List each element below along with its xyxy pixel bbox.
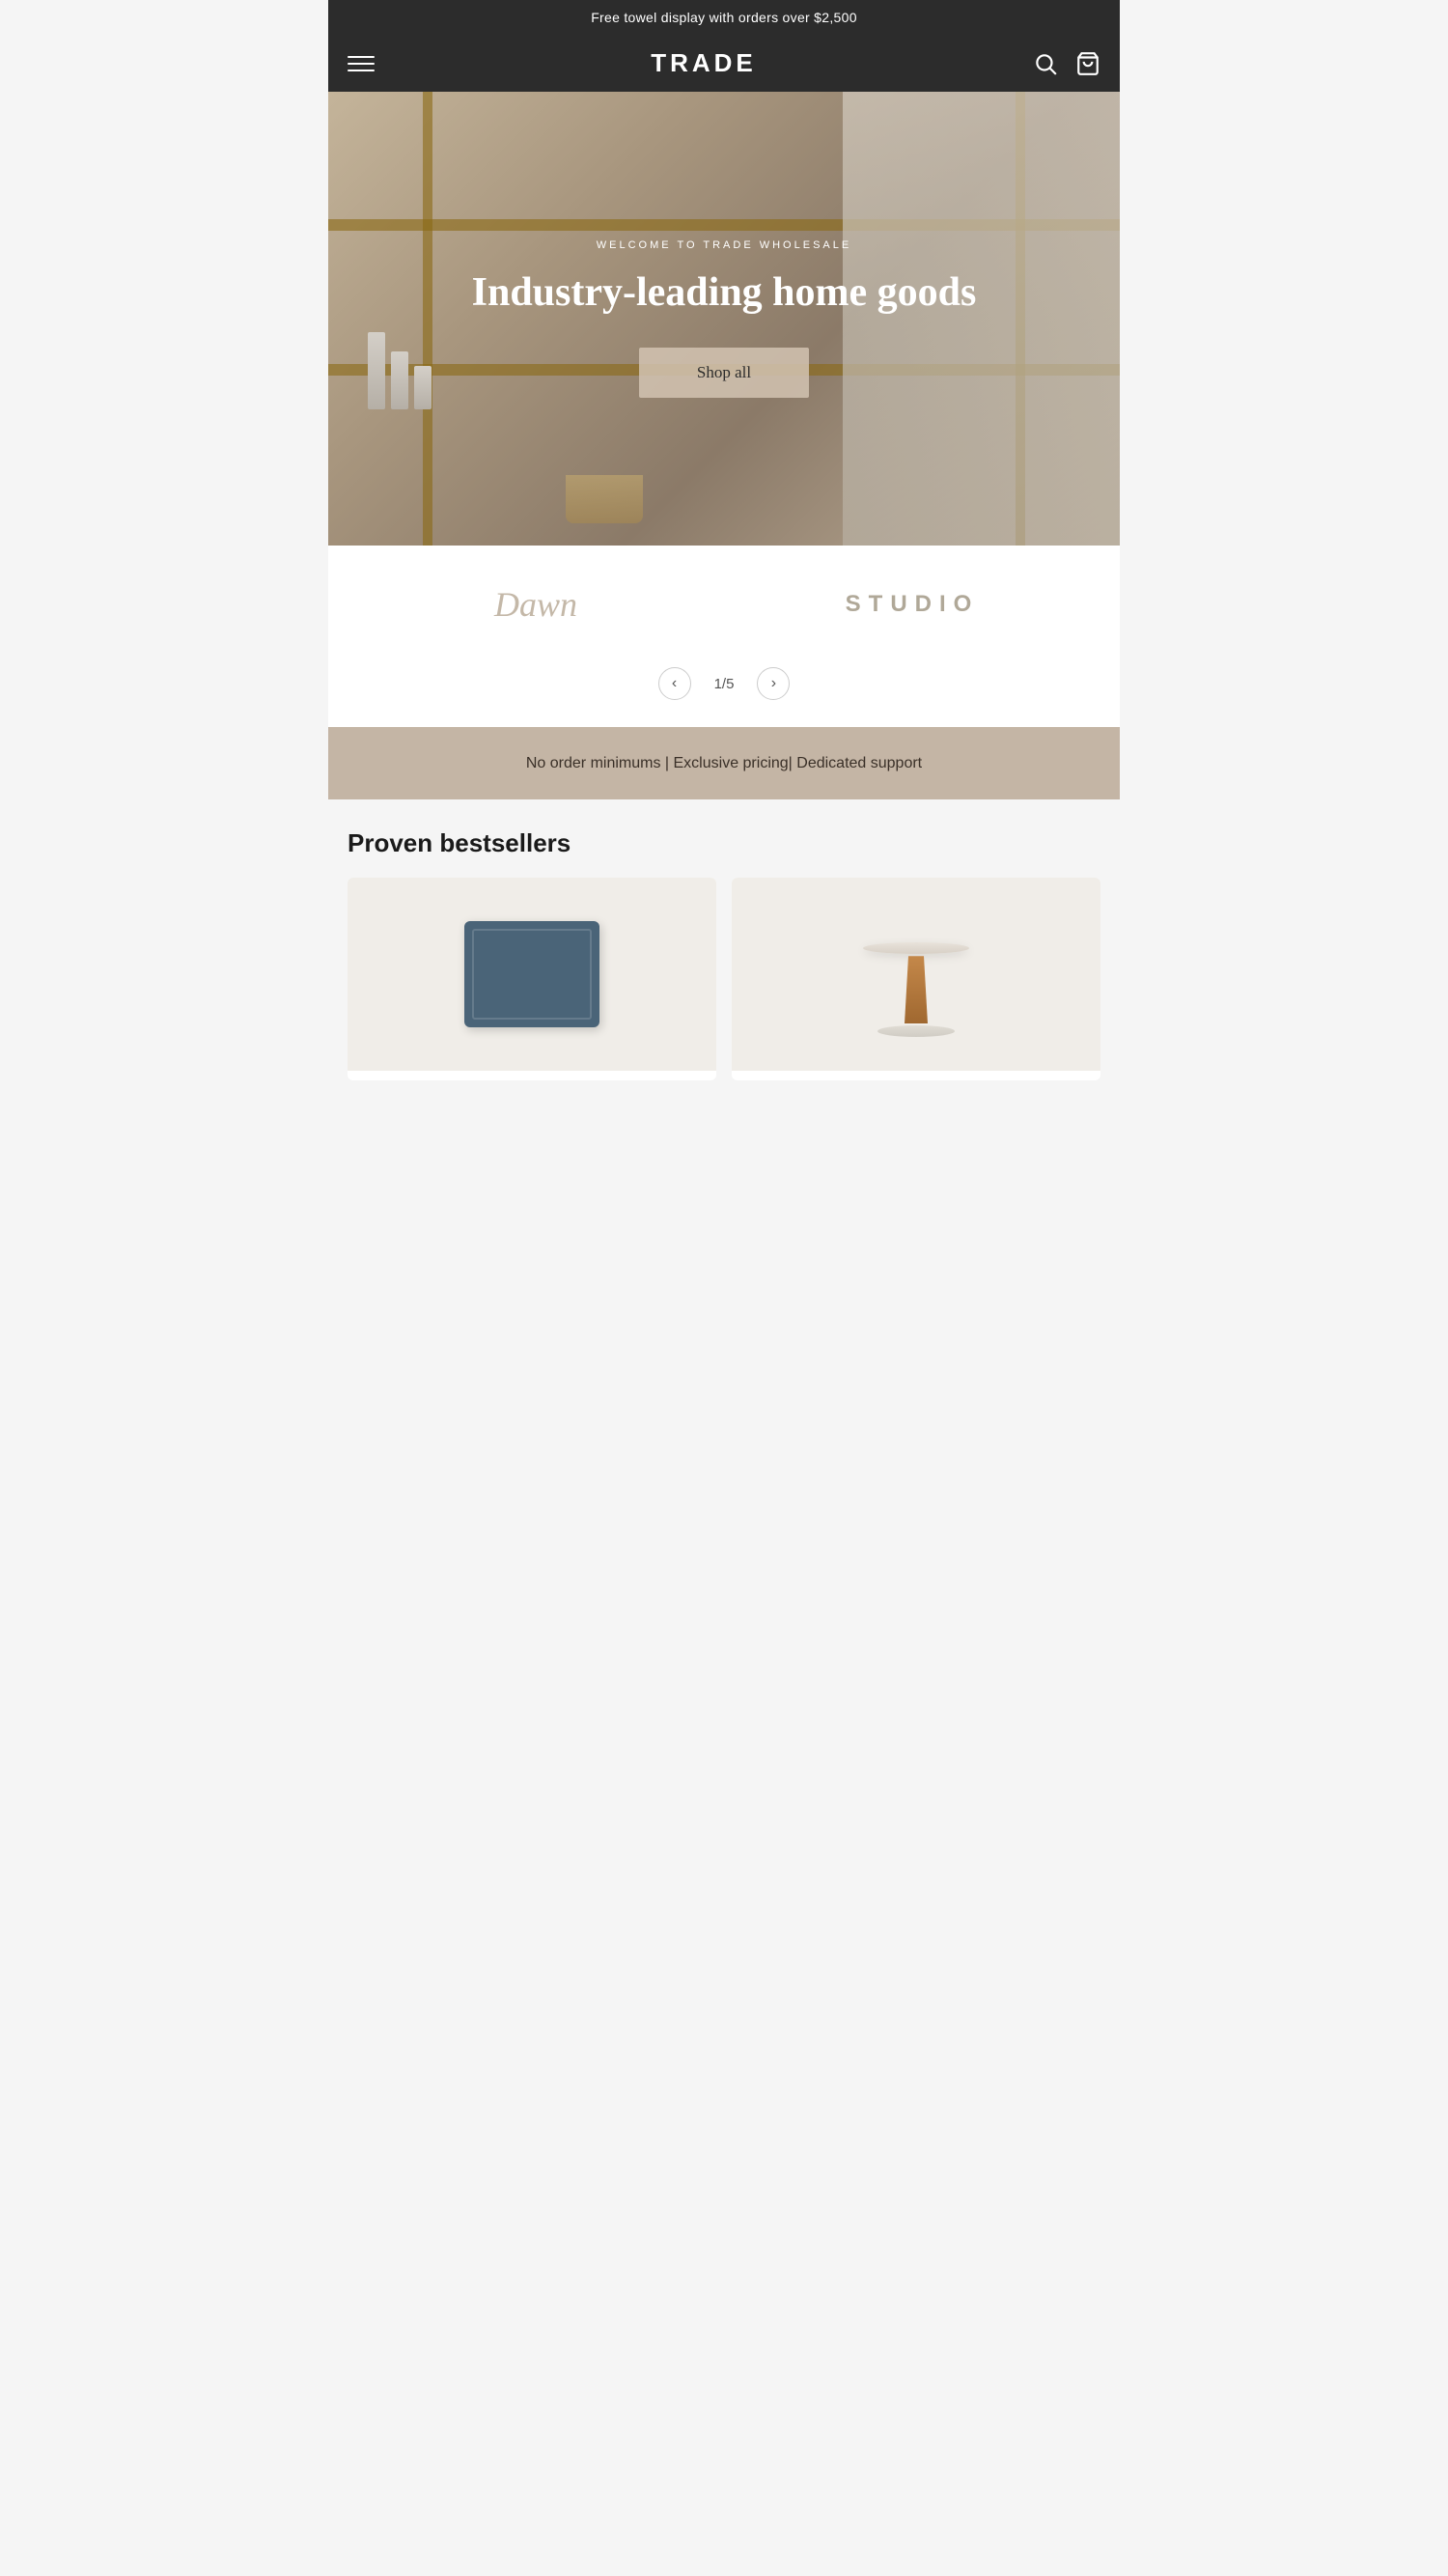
benefits-bar: No order minimums | Exclusive pricing| D… xyxy=(328,727,1120,799)
product-card-table[interactable] xyxy=(732,878,1100,1080)
hero-subtitle: WELCOME TO TRADE WHOLESALE xyxy=(472,239,977,251)
site-logo: TRADE xyxy=(651,48,757,78)
shop-all-button[interactable]: Shop all xyxy=(639,348,809,398)
products-grid xyxy=(348,878,1100,1080)
search-icon xyxy=(1033,51,1058,76)
table-pedestal xyxy=(897,956,935,1023)
brand-studio-label: STUDIO xyxy=(846,591,980,617)
announcement-bar: Free towel display with orders over $2,5… xyxy=(328,0,1120,35)
brand-dawn-label: Dawn xyxy=(494,585,577,624)
table-top xyxy=(863,942,969,954)
brand-dawn[interactable]: Dawn xyxy=(348,574,724,634)
product-image-table xyxy=(732,878,1100,1071)
hero-content: WELCOME TO TRADE WHOLESALE Industry-lead… xyxy=(443,239,1006,398)
hero-title: Industry-leading home goods xyxy=(472,268,977,317)
brands-section: Dawn STUDIO xyxy=(328,546,1120,658)
brand-pagination: ‹ 1/5 › xyxy=(328,658,1120,727)
announcement-text: Free towel display with orders over $2,5… xyxy=(591,10,857,25)
pillow-graphic xyxy=(464,921,599,1027)
table-base xyxy=(877,1025,955,1037)
benefits-text: No order minimums | Exclusive pricing| D… xyxy=(348,750,1100,776)
header-icon-group xyxy=(1033,51,1100,76)
page-indicator: 1/5 xyxy=(714,676,735,692)
hamburger-icon xyxy=(348,56,375,71)
brand-studio[interactable]: STUDIO xyxy=(724,581,1100,628)
product-image-pillow xyxy=(348,878,716,1071)
header: TRADE xyxy=(328,35,1120,92)
bestsellers-section: Proven bestsellers xyxy=(328,799,1120,1100)
next-brand-button[interactable]: › xyxy=(757,667,790,700)
cart-button[interactable] xyxy=(1075,51,1100,76)
hero-section: WELCOME TO TRADE WHOLESALE Industry-lead… xyxy=(328,92,1120,546)
prev-brand-button[interactable]: ‹ xyxy=(658,667,691,700)
product-card-pillow[interactable] xyxy=(348,878,716,1080)
table-graphic xyxy=(853,911,979,1037)
search-button[interactable] xyxy=(1033,51,1058,76)
menu-button[interactable] xyxy=(348,56,375,71)
bestsellers-title: Proven bestsellers xyxy=(348,828,1100,858)
cart-icon xyxy=(1075,51,1100,76)
